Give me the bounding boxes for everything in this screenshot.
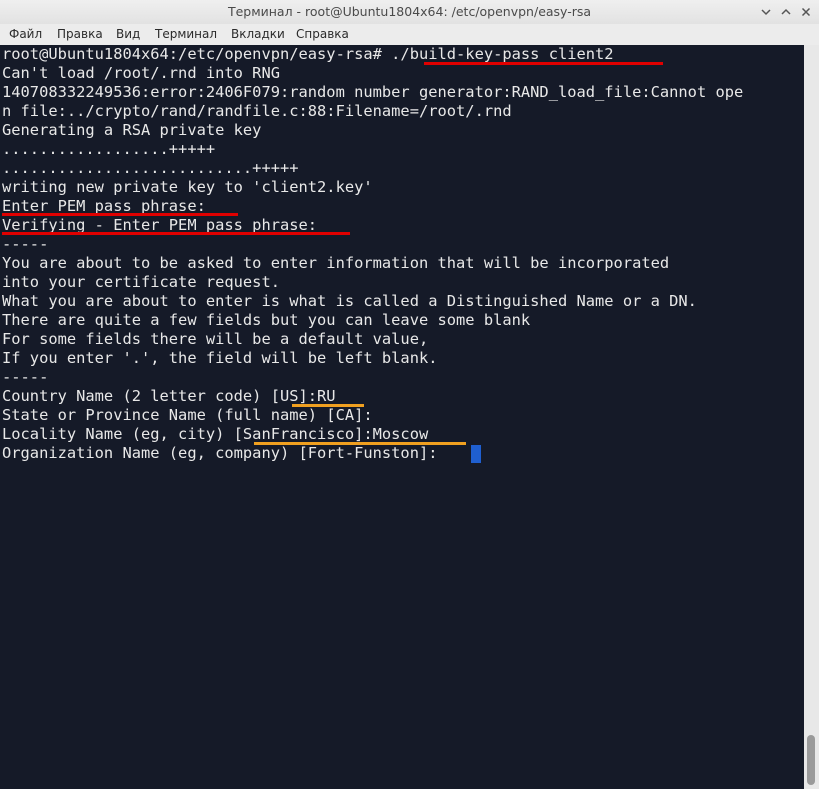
orange-underline-country xyxy=(292,404,364,407)
close-icon xyxy=(801,7,811,17)
red-underline-command xyxy=(424,62,663,65)
terminal-line: ...........................+++++ xyxy=(2,159,299,177)
scrollbar-thumb[interactable] xyxy=(807,735,815,785)
terminal-scrollbar[interactable] xyxy=(804,45,819,789)
red-underline-verify-prompt xyxy=(2,232,350,235)
menu-file[interactable]: Файл xyxy=(9,27,42,41)
menu-terminal[interactable]: Терминал xyxy=(155,27,217,41)
maximize-button[interactable] xyxy=(777,3,795,21)
title-bar[interactable]: Терминал - root@Ubuntu1804x64: /etc/open… xyxy=(0,0,819,24)
terminal-line: You are about to be asked to enter infor… xyxy=(2,254,670,272)
menu-tabs[interactable]: Вкладки xyxy=(231,27,285,41)
maximize-icon xyxy=(781,8,791,15)
terminal-line: What you are about to enter is what is c… xyxy=(2,292,697,310)
terminal-line: If you enter '.', the field will be left… xyxy=(2,349,438,367)
terminal-window: Терминал - root@Ubuntu1804x64: /etc/open… xyxy=(0,0,819,789)
terminal-line: ----- xyxy=(2,368,49,386)
terminal-line: Organization Name (eg, company) [Fort-Fu… xyxy=(2,444,438,462)
terminal-line: State or Province Name (full name) [CA]: xyxy=(2,406,373,424)
terminal-line: 140708332249536:error:2406F079:random nu… xyxy=(2,83,744,101)
terminal-line: ..................+++++ xyxy=(2,140,216,158)
menu-edit[interactable]: Правка xyxy=(57,27,103,41)
text-cursor xyxy=(471,445,481,463)
menu-view[interactable]: Вид xyxy=(116,27,140,41)
close-button[interactable] xyxy=(797,3,815,21)
window-title: Терминал - root@Ubuntu1804x64: /etc/open… xyxy=(227,4,592,19)
terminal-line: n file:../crypto/rand/randfile.c:88:File… xyxy=(2,102,512,120)
red-underline-pem-prompt xyxy=(2,213,238,216)
terminal-line: For some fields there will be a default … xyxy=(2,330,429,348)
terminal-line: into your certificate request. xyxy=(2,273,280,291)
orange-underline-locality xyxy=(254,442,466,445)
terminal-line: Can't load /root/.rnd into RNG xyxy=(2,64,280,82)
menu-help[interactable]: Справка xyxy=(296,27,349,41)
terminal-line: Generating a RSA private key xyxy=(2,121,262,139)
terminal-output[interactable]: root@Ubuntu1804x64:/etc/openvpn/easy-rsa… xyxy=(0,45,804,789)
terminal-line: ----- xyxy=(2,235,49,253)
menu-bar: Файл Правка Вид Терминал Вкладки Справка xyxy=(0,24,819,46)
terminal-line: There are quite a few fields but you can… xyxy=(2,311,531,329)
terminal-line: Country Name (2 letter code) [US]:RU xyxy=(2,387,336,405)
minimize-button[interactable] xyxy=(757,3,775,21)
minimize-icon xyxy=(761,9,771,16)
terminal-line: writing new private key to 'client2.key' xyxy=(2,178,373,196)
